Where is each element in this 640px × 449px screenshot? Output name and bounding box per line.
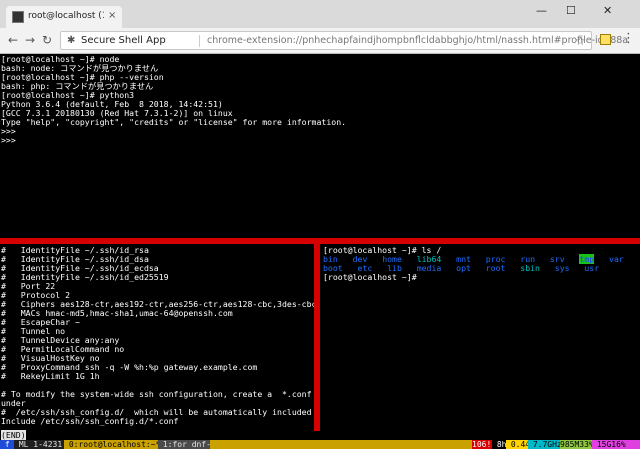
tmux-pane-top[interactable]: [root@localhost ~]# node bash: node: コマン… xyxy=(0,54,640,238)
terminal-line: # To modify the system-wide ssh configur… xyxy=(1,389,314,399)
back-icon[interactable]: ← xyxy=(8,33,18,47)
status-disk: 15G16% xyxy=(592,440,640,449)
tab-strip: root@localhost (10.0.2.1 × — ☐ ✕ xyxy=(0,0,640,28)
status-uptime: 8h xyxy=(492,440,512,449)
ls-output: [root@localhost ~]# ls / bin dev home li… xyxy=(323,246,624,282)
ssh-config-output: # IdentityFile ~/.ssh/id_rsa # IdentityF… xyxy=(1,246,314,426)
terminal[interactable]: [root@localhost ~]# node bash: node: コマン… xyxy=(0,54,640,449)
status-window-0[interactable]: 0:root@localhost:~* xyxy=(64,440,160,449)
url-text[interactable]: chrome-extension://pnhechapfaindjhompbnf… xyxy=(207,35,628,47)
tmux-status-bar: f ML 1-4231 0:root@localhost:~* 1:for dn… xyxy=(0,440,640,449)
ls-entry: var xyxy=(609,254,624,264)
browser-tab[interactable]: root@localhost (10.0.2.1 × xyxy=(6,6,122,28)
status-session: f xyxy=(0,440,15,449)
terminal-line: Include /etc/ssh/ssh_config.d/*.conf xyxy=(1,416,179,426)
tmux-pane-bottom-left[interactable]: # IdentityFile ~/.ssh/id_rsa # IdentityF… xyxy=(0,244,314,431)
browser-menu-icon[interactable]: ⋮ xyxy=(622,31,635,47)
ls-entry: root xyxy=(485,263,506,273)
tab-close-icon[interactable]: × xyxy=(108,9,116,23)
status-history: 106! xyxy=(472,440,492,449)
ls-entry: opt xyxy=(456,263,471,273)
terminal-favicon-icon xyxy=(12,11,24,23)
status-cpu: 7.7GHz xyxy=(528,440,567,449)
maximize-button[interactable]: ☐ xyxy=(566,4,576,18)
forward-icon[interactable]: → xyxy=(25,33,35,47)
reload-icon[interactable]: ↻ xyxy=(42,33,52,47)
address-bar[interactable]: ✱ Secure Shell App chrome-extension://pn… xyxy=(60,31,628,50)
extension-puzzle-icon: ✱ xyxy=(67,35,76,46)
bookmark-star-icon[interactable]: ☆ xyxy=(575,34,586,48)
ls-entry: sys xyxy=(554,263,570,273)
pager-end-indicator: (END) xyxy=(1,430,26,440)
terminal-line: [root@localhost ~]# xyxy=(323,272,417,282)
terminal-line: >>> xyxy=(1,135,16,145)
extension-icon[interactable] xyxy=(600,34,611,45)
pager-mode-line: (END) xyxy=(0,430,640,440)
ls-entry: media xyxy=(416,263,442,273)
status-memory: 985M33% xyxy=(560,440,594,449)
top-pane-output: [root@localhost ~]# node bash: node: コマン… xyxy=(1,55,346,145)
omnibox-divider xyxy=(199,35,200,47)
ls-entry: usr xyxy=(584,263,600,273)
close-window-button[interactable]: ✕ xyxy=(603,4,612,18)
status-window-1[interactable]: 1:for dnf- xyxy=(158,440,211,449)
status-lines: ML 1-4231 xyxy=(14,440,64,449)
status-load: 0.44 xyxy=(506,440,535,449)
tab-title: root@localhost (10.0.2.1 xyxy=(28,11,104,21)
terminal-line: # RekeyLimit 1G 1h xyxy=(1,371,100,381)
ls-entry: sbin xyxy=(520,263,540,273)
terminal-line: Type "help", "copyright", "credits" or "… xyxy=(1,117,347,127)
minimize-button[interactable]: — xyxy=(536,4,547,18)
browser-toolbar: ← → ↻ ✱ Secure Shell App chrome-extensio… xyxy=(0,28,640,54)
tmux-pane-bottom-right[interactable]: [root@localhost ~]# ls / bin dev home li… xyxy=(320,244,640,431)
browser-chrome: root@localhost (10.0.2.1 × — ☐ ✕ ← → ↻ ✱… xyxy=(0,0,640,54)
site-identity-label[interactable]: Secure Shell App xyxy=(81,35,166,47)
